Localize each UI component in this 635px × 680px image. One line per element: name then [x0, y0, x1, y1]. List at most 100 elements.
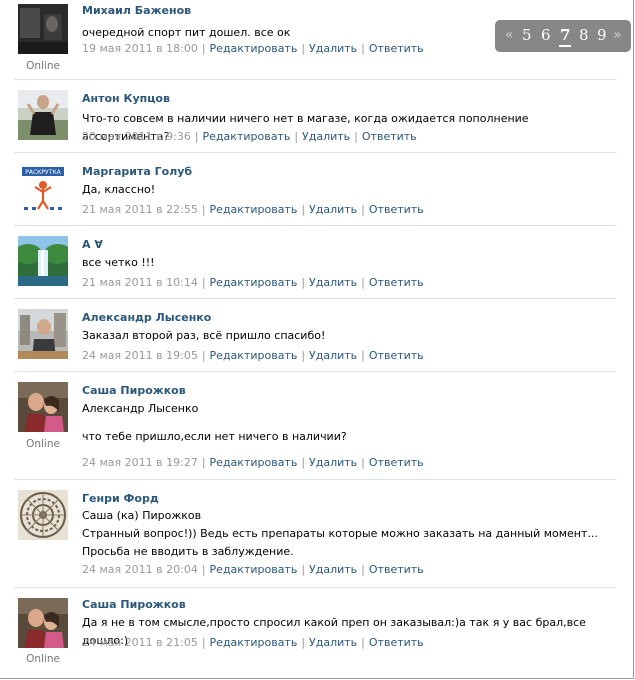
reply-link[interactable]: Ответить: [369, 276, 424, 289]
comment-line: Саша (ка) Пирожков: [82, 509, 202, 522]
comment-date: 19 мая 2011 в 18:00: [82, 42, 198, 55]
reply-link[interactable]: Ответить: [369, 563, 424, 576]
avatar[interactable]: [18, 4, 68, 54]
separator: |: [301, 276, 306, 289]
edit-link[interactable]: Редактировать: [203, 130, 291, 143]
separator: |: [301, 349, 306, 362]
reply-link[interactable]: Ответить: [369, 349, 424, 362]
author-link[interactable]: A ∀: [82, 238, 103, 251]
page-link[interactable]: 9: [597, 26, 607, 44]
avatar[interactable]: [18, 309, 68, 359]
comment-meta: 24 мая 2011 в 19:27 | Редактировать | Удалит…: [82, 456, 424, 469]
comment-text: Да, классно!: [82, 181, 602, 199]
author-link[interactable]: Антон Купцов: [82, 92, 170, 105]
comment-date: 24 мая 2011 в 19:05: [82, 349, 198, 362]
separator: |: [361, 349, 365, 362]
separator: |: [301, 456, 306, 469]
comment-date: 20 мая 2011 в 9:36: [82, 130, 191, 143]
online-status: Online: [26, 653, 60, 665]
delete-link[interactable]: Удалить: [309, 276, 357, 289]
comment-date: 24 мая 2011 в 19:27: [82, 456, 198, 469]
comment: A ∀ все четко !!! 21 мая 2011 в 10:14 | Ре…: [0, 226, 616, 299]
comment-meta: 19 мая 2011 в 18:00 | Редактировать | Удалит…: [82, 42, 424, 55]
separator: |: [201, 349, 206, 362]
separator: |: [201, 203, 206, 216]
separator: |: [201, 456, 206, 469]
svg-text:РАСКРУТКА: РАСКРУТКА: [25, 169, 61, 176]
avatar[interactable]: [18, 382, 68, 432]
comment-line: Да, классно!: [82, 183, 156, 196]
author-link[interactable]: Саша Пирожков: [82, 598, 186, 611]
delete-link[interactable]: Удалить: [309, 563, 357, 576]
comment-date: 24 мая 2011 в 21:05: [82, 636, 198, 649]
comment: Генри Форд Саша (ка) Пирожков Странный в…: [0, 480, 616, 588]
author-link[interactable]: Генри Форд: [82, 492, 159, 505]
reply-link[interactable]: Ответить: [369, 636, 424, 649]
edit-link[interactable]: Редактировать: [210, 203, 298, 216]
online-status: Online: [26, 60, 60, 72]
comment-meta: 21 мая 2011 в 22:55 | Редактировать | Удалит…: [82, 203, 424, 216]
avatar[interactable]: [18, 490, 68, 540]
separator: |: [201, 276, 206, 289]
next-page-button[interactable]: »: [613, 27, 622, 43]
reply-link[interactable]: Ответить: [369, 203, 424, 216]
comment-line: Странный вопрос!)) Ведь есть препараты к…: [82, 527, 598, 558]
avatar[interactable]: [18, 598, 68, 648]
separator: |: [301, 563, 306, 576]
current-page[interactable]: 7: [558, 26, 572, 47]
separator: |: [361, 456, 365, 469]
author-link[interactable]: Александр Лысенко: [82, 311, 211, 324]
reply-link[interactable]: Ответить: [369, 42, 424, 55]
avatar[interactable]: [18, 236, 68, 286]
separator: |: [354, 130, 358, 143]
avatar[interactable]: [18, 90, 68, 140]
comment-meta: 20 мая 2011 в 9:36 | Редактировать | Удалить…: [82, 130, 417, 143]
comment: Online Саша Пирожков Да я не в том смысл…: [0, 588, 616, 678]
delete-link[interactable]: Удалить: [309, 349, 357, 362]
reply-link[interactable]: Ответить: [369, 456, 424, 469]
author-link[interactable]: Михаил Баженов: [82, 4, 191, 17]
comment-text: все четко !!!: [82, 254, 602, 272]
edit-link[interactable]: Редактировать: [210, 42, 298, 55]
comment-line: Заказал второй раз, всё пришло спасибо!: [82, 329, 326, 342]
separator: |: [361, 563, 365, 576]
comment-meta: 24 мая 2011 в 21:05 | Редактировать | Удалит…: [82, 636, 424, 649]
comment: Антон Купцов Что-то совсем в наличии нич…: [0, 80, 616, 153]
comment-text: Александр Лысенко что тебе пришло,если н…: [82, 400, 602, 446]
separator: |: [361, 276, 365, 289]
author-link[interactable]: Маргарита Голуб: [82, 165, 192, 178]
edit-link[interactable]: Редактировать: [210, 456, 298, 469]
separator: |: [201, 636, 206, 649]
delete-link[interactable]: Удалить: [302, 130, 350, 143]
separator: |: [301, 42, 306, 55]
author-link[interactable]: Саша Пирожков: [82, 384, 186, 397]
edit-link[interactable]: Редактировать: [210, 563, 298, 576]
separator: |: [361, 636, 365, 649]
delete-link[interactable]: Удалить: [309, 42, 357, 55]
comment-text: Заказал второй раз, всё пришло спасибо!: [82, 327, 602, 345]
separator: |: [361, 203, 365, 216]
prev-page-button[interactable]: «: [505, 27, 514, 43]
edit-link[interactable]: Редактировать: [210, 636, 298, 649]
edit-link[interactable]: Редактировать: [210, 276, 298, 289]
comment-date: 24 мая 2011 в 20:04: [82, 563, 198, 576]
page-link[interactable]: 5: [522, 26, 532, 44]
edit-link[interactable]: Редактировать: [210, 349, 298, 362]
page-link[interactable]: 8: [579, 26, 589, 44]
separator: |: [201, 563, 206, 576]
reply-link[interactable]: Ответить: [362, 130, 417, 143]
avatar[interactable]: РАСКРУТКА: [18, 163, 68, 213]
page-link[interactable]: 6: [541, 26, 551, 44]
delete-link[interactable]: Удалить: [309, 203, 357, 216]
comment-date: 21 мая 2011 в 22:55: [82, 203, 198, 216]
online-status: Online: [26, 438, 60, 450]
delete-link[interactable]: Удалить: [309, 636, 357, 649]
separator: |: [301, 203, 306, 216]
comment-line[interactable]: Александр Лысенко: [82, 400, 602, 418]
page-navigator: « 5 6 7 8 9 »: [495, 20, 631, 52]
separator: |: [361, 42, 365, 55]
comment: РАСКРУТКА Маргарита Голуб Да, классно! 2…: [0, 153, 616, 226]
comment-meta: 24 мая 2011 в 19:05 | Редактировать | Удалит…: [82, 349, 424, 362]
comment-line: все четко !!!: [82, 256, 155, 269]
delete-link[interactable]: Удалить: [309, 456, 357, 469]
